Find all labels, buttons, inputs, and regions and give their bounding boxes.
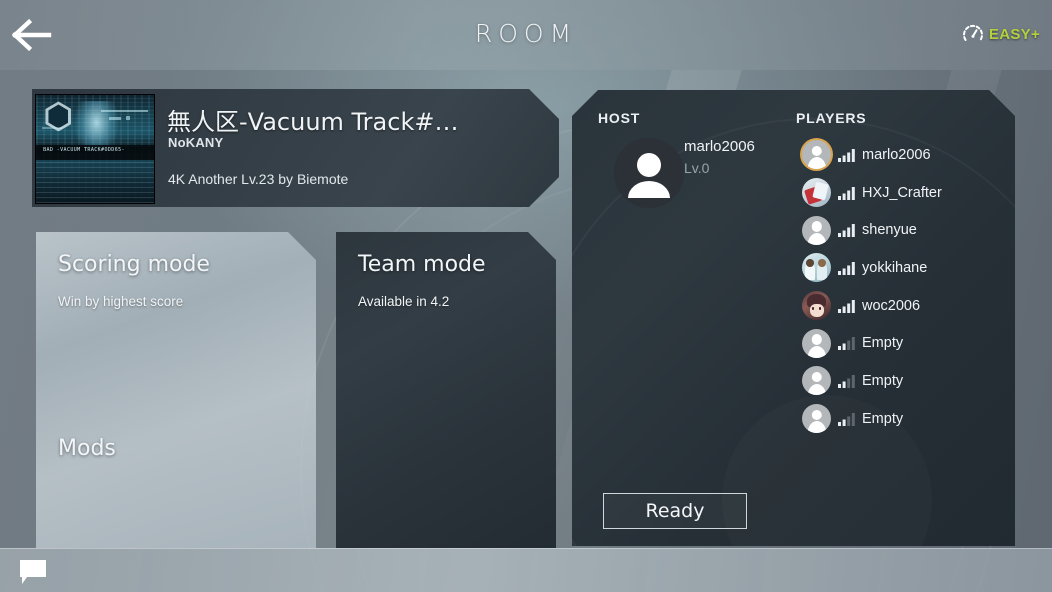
signal-strength-icon [838, 337, 855, 351]
song-info-panel[interactable]: BAD -VACUUM TRACK#ODD65- 無人区-Vacuum Trac… [32, 89, 559, 207]
ready-check-icon [1018, 221, 1036, 239]
player-name: Empty [862, 335, 904, 352]
player-signal [838, 336, 856, 351]
players-list: marlo2006 HXJ_Crafter shenyue yokkihane [802, 136, 1012, 438]
album-art-caption: BAD -VACUUM TRACK#ODD65- [43, 147, 125, 154]
room-screen: ROOM EASY+ BAD -VACUUM TRACK#ODD65- 無人区-… [0, 0, 1052, 592]
song-title: 無人区-Vacuum Track#… [167, 108, 459, 136]
signal-strength-icon [838, 374, 855, 388]
player-avatar [802, 291, 831, 321]
player-avatar [802, 140, 831, 170]
host-section-label: HOST [598, 110, 641, 126]
chat-button[interactable] [18, 559, 48, 585]
signal-strength-icon [838, 224, 855, 238]
speedometer-icon [962, 24, 983, 41]
signal-strength-icon [838, 299, 855, 313]
host-name: marlo2006 [684, 138, 755, 155]
player-avatar [802, 366, 831, 396]
bottom-bar [0, 548, 1052, 592]
ready-check-icon [1018, 184, 1036, 202]
player-signal [838, 223, 856, 238]
player-signal [838, 299, 856, 313]
player-signal [838, 412, 856, 426]
person-placeholder-icon [628, 153, 670, 198]
player-avatar [802, 328, 831, 358]
room-players-panel: HOST PLAYERS marlo2006 Lv.0 marlo2006 HX… [572, 90, 1015, 546]
player-name: marlo2006 [862, 146, 931, 163]
difficulty-label: EASY+ [988, 25, 1040, 43]
player-name: yokkihane [862, 259, 928, 276]
top-header-bar: ROOM EASY+ [0, 0, 1052, 70]
player-signal [838, 186, 856, 200]
difficulty-indicator[interactable]: EASY+ [961, 22, 1040, 46]
host-avatar [614, 138, 684, 208]
player-row[interactable]: yokkihane [802, 249, 1012, 287]
player-name: HXJ_Crafter [862, 184, 942, 201]
scoring-mode-subtitle: Win by highest score [58, 294, 184, 309]
signal-strength-icon [838, 186, 855, 200]
album-art: BAD -VACUUM TRACK#ODD65- [35, 94, 155, 204]
chat-bubble-icon [20, 560, 46, 584]
player-row[interactable]: Empty [802, 400, 1012, 438]
team-mode-subtitle: Available in 4.2 [358, 294, 450, 309]
player-row[interactable]: Empty [802, 362, 1012, 400]
player-avatar [802, 253, 831, 283]
player-name: shenyue [862, 222, 917, 239]
player-avatar [802, 215, 831, 245]
player-avatar [802, 178, 831, 208]
host-level: Lv.0 [684, 160, 710, 176]
player-row[interactable]: marlo2006 [802, 136, 1012, 174]
player-avatar [802, 404, 831, 434]
song-artist: NoKANY [168, 135, 224, 150]
player-row[interactable]: HXJ_Crafter [802, 174, 1012, 212]
signal-strength-icon [838, 261, 855, 275]
signal-strength-icon [838, 148, 855, 162]
player-name: Empty [862, 372, 904, 389]
song-chart-info: 4K Another Lv.23 by Biemote [168, 171, 349, 187]
scoring-mode-title: Scoring mode [58, 252, 210, 277]
team-mode-title: Team mode [358, 252, 486, 277]
scoring-mode-panel[interactable]: Scoring mode Win by highest score Mods [36, 232, 316, 548]
signal-strength-icon [838, 412, 855, 426]
player-row[interactable]: shenyue [802, 211, 1012, 249]
player-name: woc2006 [862, 297, 921, 314]
player-row[interactable]: woc2006 [802, 287, 1012, 325]
player-row[interactable]: Empty [802, 324, 1012, 362]
ready-button[interactable]: Ready [603, 493, 747, 529]
player-signal [838, 261, 856, 275]
player-signal [838, 374, 856, 388]
team-mode-panel: Team mode Available in 4.2 [336, 232, 556, 548]
player-signal [838, 148, 856, 162]
mods-button[interactable]: Mods [58, 436, 116, 461]
players-section-label: PLAYERS [796, 110, 867, 126]
page-title: ROOM [474, 19, 578, 48]
player-name: Empty [862, 410, 904, 427]
